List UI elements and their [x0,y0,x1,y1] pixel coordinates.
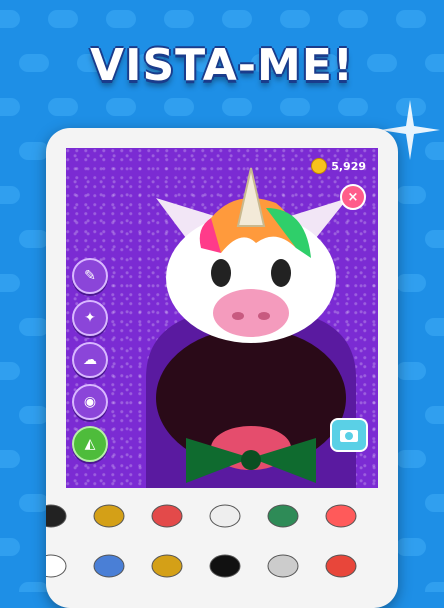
bg-pattern-dot [0,450,20,468]
bg-pattern-dot [425,494,444,512]
bg-pattern-dot [106,98,136,116]
bg-pattern-dot [396,450,426,468]
accessory-item[interactable] [204,548,246,584]
eyes-icon: ◉ [83,394,97,410]
bg-pattern-dot [396,362,426,380]
accessory-item[interactable] [320,548,362,584]
bg-pattern-dot [280,98,310,116]
bg-pattern-dot [396,538,426,556]
paint-brush-button[interactable]: ✎ [72,258,108,294]
bg-pattern-dot [338,98,368,116]
close-button[interactable]: × [340,184,366,210]
coin-count: 5,929 [331,159,366,173]
bg-pattern-dot [0,362,20,380]
black-bow-icon [46,504,67,528]
bg-pattern-dot [425,582,444,592]
page-title: VISTA-ME! [90,40,354,91]
paint-brush-icon: ✎ [84,268,96,284]
bg-pattern-dot [19,406,49,424]
accessory-item[interactable] [46,498,72,534]
mouse-face-icon [267,554,299,578]
accessory-item[interactable] [146,548,188,584]
eyes-button[interactable]: ◉ [72,384,108,420]
bg-pattern-dot [0,274,20,292]
accessory-item[interactable] [146,498,188,534]
gold-bowtie-icon [151,554,183,578]
bg-pattern-dot [280,10,310,28]
bg-pattern-dot [0,538,20,556]
bell-collar-icon [267,504,299,528]
bg-pattern-dot [396,10,426,28]
bg-pattern-dot [0,10,20,28]
bg-pattern-dot [19,318,49,336]
bg-pattern-dot [425,406,444,424]
coin-icon [311,158,328,174]
bg-pattern-dot [222,10,252,28]
mask-button[interactable]: ◭ [72,426,108,462]
stars-button[interactable]: ✦ [72,300,108,336]
bg-pattern-dot [106,10,136,28]
bg-pattern-dot [0,186,20,204]
bg-pattern-dot [19,142,49,160]
accessory-item[interactable] [320,498,362,534]
red-glasses-icon [325,504,357,528]
bg-pattern-dot [425,318,444,336]
bg-pattern-dot [396,274,426,292]
mask-icon: ◭ [84,436,96,452]
stars-icon: ✦ [84,310,96,326]
coin-counter: 5,929 [311,158,366,174]
accessory-item[interactable] [262,498,304,534]
bg-pattern-dot [222,98,252,116]
accessory-item[interactable] [204,498,246,534]
bg-pattern-dot [0,98,20,116]
accessory-item[interactable] [88,498,130,534]
bg-pattern-dot [164,10,194,28]
butterfly-mask-icon [93,554,125,578]
bg-pattern-dot [425,230,444,248]
antenna-icon [325,554,357,578]
bg-pattern-dot [338,10,368,28]
bg-pattern-dot [164,98,194,116]
game-screen[interactable]: 5,929 × ✎ ✦ ☁ ◉ ◭ [66,148,378,488]
cat-face-icon [209,504,241,528]
round-glasses-icon [209,554,241,578]
flower-icon [46,554,67,578]
laurel-medal-icon [93,504,125,528]
3d-glasses-icon [151,504,183,528]
bg-pattern-dot [19,582,49,592]
bg-pattern-dot [19,230,49,248]
camera-icon [340,430,358,442]
accessory-item[interactable] [88,548,130,584]
accessory-tray [46,490,398,592]
bg-pattern-dot [48,10,78,28]
side-toolbar: ✎ ✦ ☁ ◉ ◭ [72,258,108,462]
bg-pattern-dot [396,186,426,204]
camera-button[interactable] [330,418,368,452]
bg-pattern-dot [48,98,78,116]
accessory-item[interactable] [46,548,72,584]
bg-pattern-dot [19,494,49,512]
accessory-item[interactable] [262,548,304,584]
drip-icon: ☁ [83,352,97,368]
drip-button[interactable]: ☁ [72,342,108,378]
